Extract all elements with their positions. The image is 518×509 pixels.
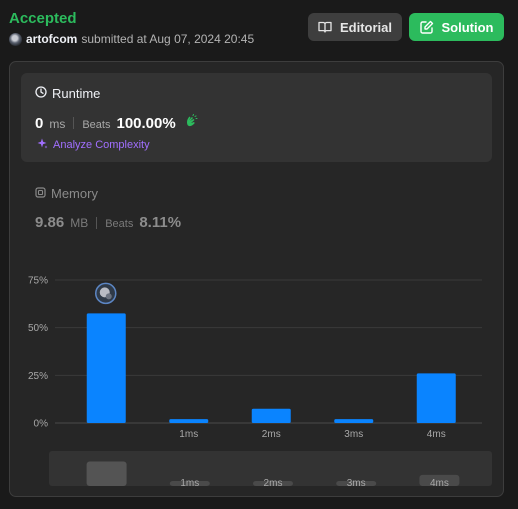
mini-bar xyxy=(86,461,127,486)
mini-tick-label: 3ms xyxy=(347,478,366,486)
runtime-distribution-chart: 0% 25% 50% 75% 1ms 2ms 3ms 4ms xyxy=(28,276,482,440)
mini-tick-label: 1ms xyxy=(180,478,199,486)
mini-tick-label: 2ms xyxy=(264,478,283,486)
x-tick-label: 3ms xyxy=(344,429,363,440)
chart-range-navigator[interactable]: 1ms 2ms 3ms 4ms xyxy=(49,451,492,486)
bar-1ms xyxy=(169,419,209,423)
y-tick-label: 0% xyxy=(34,419,49,430)
bar-2ms xyxy=(251,408,291,423)
y-tick-label: 75% xyxy=(28,276,48,287)
x-tick-label: 1ms xyxy=(179,429,198,440)
bar-0ms xyxy=(86,313,126,423)
navigator-preview: 1ms 2ms 3ms 4ms xyxy=(86,461,460,486)
user-avatar-marker xyxy=(95,282,117,305)
mini-tick-label: 4ms xyxy=(430,478,449,486)
x-tick-label: 2ms xyxy=(262,429,281,440)
y-tick-label: 25% xyxy=(28,371,48,382)
bar-3ms xyxy=(334,419,374,423)
y-tick-label: 50% xyxy=(28,323,48,334)
x-tick-label: 4ms xyxy=(427,429,446,440)
bar-4ms xyxy=(416,373,456,423)
